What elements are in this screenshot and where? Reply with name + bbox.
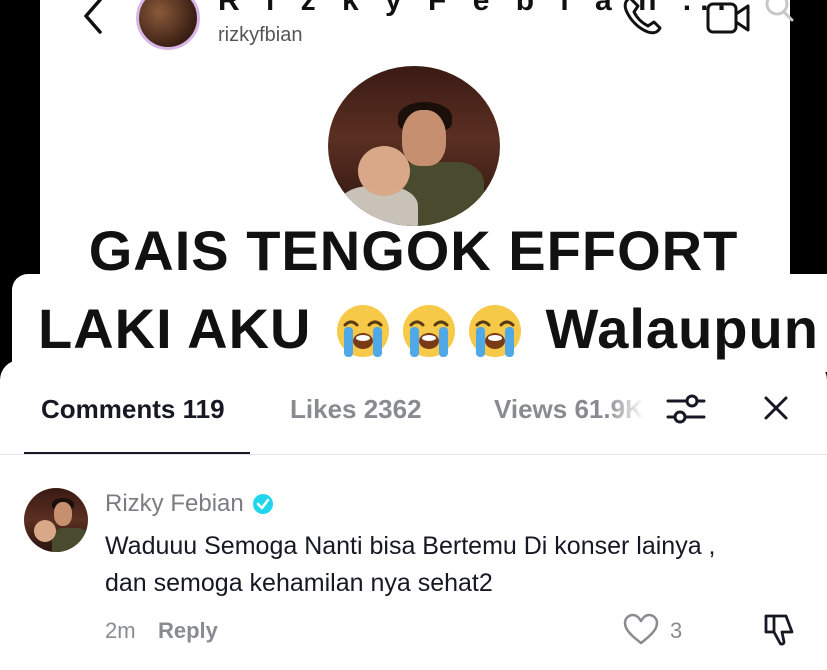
dm-header: R i z k y F e b i a n ... rizkyfbian [40, 0, 794, 62]
tab-comments[interactable]: Comments 119 [41, 394, 225, 425]
dislike-icon[interactable] [762, 612, 796, 648]
caption-line-2-start: LAKI AKU [38, 297, 312, 360]
back-arrow-icon [84, 0, 102, 34]
dm-contact-handle: rizkyfbian [218, 24, 303, 46]
phone-icon [623, 0, 662, 35]
close-icon[interactable] [760, 392, 792, 424]
reply-button[interactable]: Reply [158, 618, 218, 644]
tabs-divider [0, 454, 827, 455]
comments-sheet: Comments 119 Likes 2362 Views 61.9K Rizk… [0, 360, 827, 670]
loudly-crying-face-icon [337, 304, 390, 357]
comment-author-avatar[interactable] [24, 488, 88, 552]
comment-timestamp: 2m [105, 618, 136, 643]
comment-author-name[interactable]: Rizky Febian [105, 490, 244, 518]
video-call-icon [706, 2, 750, 34]
comment-text[interactable]: Waduuu Semoga Nanti bisa Bertemu Di kons… [105, 528, 745, 602]
profile-photo [328, 66, 500, 226]
video-player[interactable]: R i z k y F e b i a n ... rizkyfbian GAI… [0, 0, 827, 372]
tab-views[interactable]: Views 61.9K [494, 394, 644, 425]
loudly-crying-face-icon [469, 304, 522, 357]
loudly-crying-face-icon [403, 304, 456, 357]
header-avatar [136, 0, 200, 50]
comment-author[interactable]: Rizky Febian [105, 490, 274, 518]
caption-line-2-end: Walaupun [545, 297, 819, 360]
verified-badge-icon [252, 494, 273, 514]
caption-line-2: LAKI AKU Walaupun [38, 296, 819, 361]
heart-icon[interactable] [622, 612, 660, 646]
tab-likes[interactable]: Likes 2362 [290, 394, 422, 425]
like-count: 3 [670, 618, 683, 643]
filter-sliders-icon[interactable] [666, 392, 706, 426]
search-icon [765, 0, 794, 22]
